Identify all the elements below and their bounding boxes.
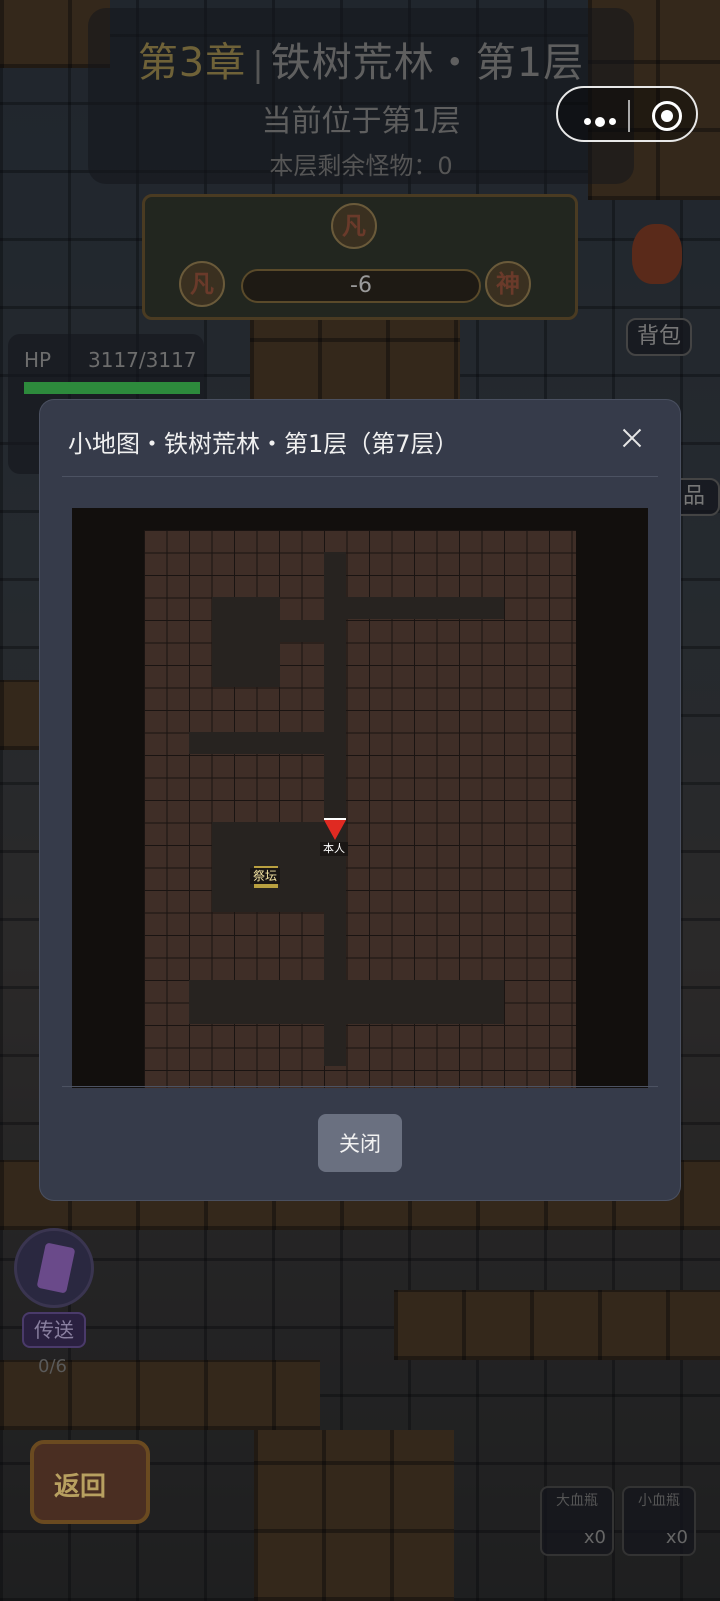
chapter-label: 第3章 xyxy=(137,40,247,86)
altar-label: 祭坛 xyxy=(250,868,281,884)
wall-segment xyxy=(346,597,504,619)
realm-progress-value: -6 xyxy=(241,269,481,303)
realm-left-medal: 凡 xyxy=(179,261,225,307)
bag-button[interactable]: 背包 xyxy=(626,318,692,356)
minimap-grid: 祭坛 本人 xyxy=(144,530,576,1088)
player-label: 本人 xyxy=(320,842,348,856)
level-header: 第3章 | 铁树荒林・第1层 当前位于第1层 本层剩余怪物：0 xyxy=(88,8,634,184)
capsule-divider xyxy=(628,100,630,132)
potion-count: x0 xyxy=(665,1527,688,1548)
realm-right-medal: 神 xyxy=(485,261,531,307)
wall-segment xyxy=(189,732,324,754)
monsters-remaining-text: 本层剩余怪物：0 xyxy=(269,152,453,180)
realm-panel: 凡 凡 -6 神 xyxy=(142,194,578,320)
hp-label: HP xyxy=(24,348,52,372)
current-floor-text: 当前位于第1层 xyxy=(261,104,461,139)
close-button[interactable]: 关闭 xyxy=(318,1114,402,1172)
divider xyxy=(62,476,658,477)
wall-segment xyxy=(189,980,504,1024)
modal-title: 小地图・铁树荒林・第1层（第7层） xyxy=(68,430,459,458)
potion-name: 大血瓶 xyxy=(556,1493,598,1509)
title-separator: | xyxy=(252,45,265,85)
large-potion-slot[interactable]: 大血瓶 x0 xyxy=(540,1486,614,1556)
more-dots-icon[interactable] xyxy=(584,111,620,130)
map-name: 铁树荒林・第1层 xyxy=(270,40,585,86)
wall-segment xyxy=(212,597,280,687)
player-marker-icon xyxy=(324,818,346,840)
bag-icon[interactable] xyxy=(624,220,688,300)
close-icon[interactable] xyxy=(618,424,646,452)
realm-top-medal: 凡 xyxy=(331,203,377,249)
wall-segment xyxy=(280,620,324,642)
potion-count: x0 xyxy=(583,1527,606,1548)
hp-bar xyxy=(24,382,200,394)
minimap-modal: 小地图・铁树荒林・第1层（第7层） 祭坛 本人 关闭 xyxy=(40,400,680,1200)
hp-value: 3117/3117 xyxy=(88,348,197,372)
back-button-label: 返回 xyxy=(54,1472,107,1502)
teleport-count: 0/6 xyxy=(38,1356,67,1377)
minimap: 祭坛 本人 xyxy=(72,508,648,1088)
hp-bar-fill xyxy=(24,382,200,394)
potion-name: 小血瓶 xyxy=(638,1493,680,1509)
back-button[interactable]: 返回 xyxy=(30,1440,150,1524)
chapter-title: 第3章 | 铁树荒林・第1层 xyxy=(88,30,634,88)
target-circle-icon[interactable] xyxy=(652,101,682,131)
divider xyxy=(62,1086,658,1087)
teleport-scroll-icon[interactable] xyxy=(14,1228,94,1308)
small-potion-slot[interactable]: 小血瓶 x0 xyxy=(622,1486,696,1556)
miniprogram-capsule xyxy=(556,86,698,142)
teleport-button[interactable]: 传送 xyxy=(22,1312,86,1348)
